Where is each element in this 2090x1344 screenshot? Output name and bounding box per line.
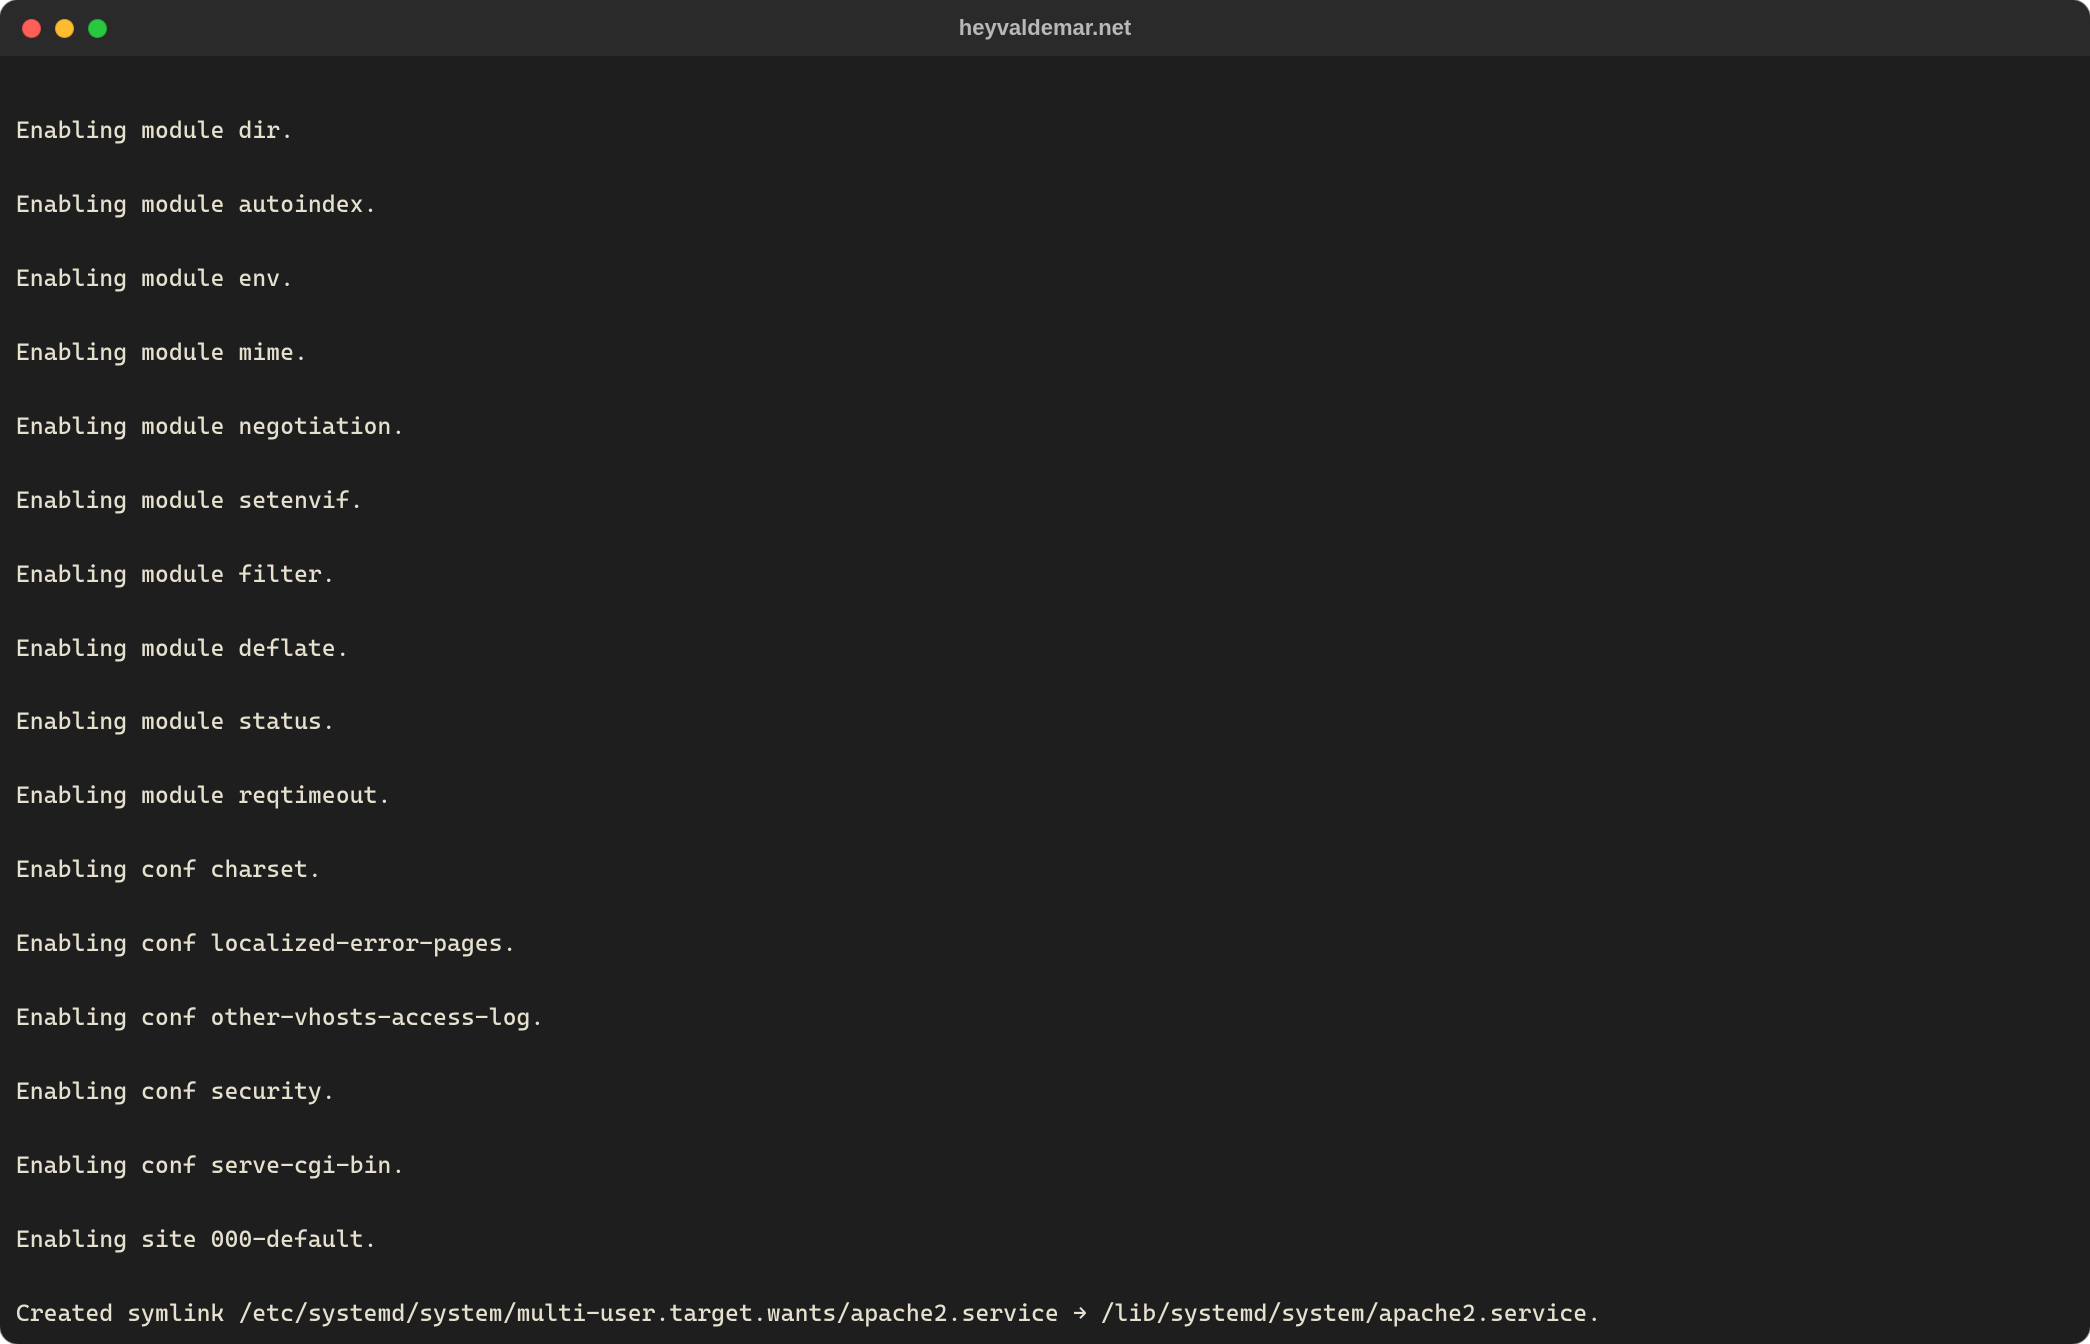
terminal-output-line: Enabling module reqtimeout. (16, 778, 2074, 815)
terminal-output-line: Enabling module deflate. (16, 631, 2074, 668)
terminal-output-line: Enabling module filter. (16, 557, 2074, 594)
terminal-output-line: Enabling module negotiation. (16, 409, 2074, 446)
terminal-output-line: Enabling conf other-vhosts-access-log. (16, 1000, 2074, 1037)
terminal-window: heyvaldemar.net Enabling module dir. Ena… (0, 0, 2090, 1344)
terminal-output-line: Enabling site 000-default. (16, 1222, 2074, 1259)
terminal-output-line: Enabling conf security. (16, 1074, 2074, 1111)
titlebar: heyvaldemar.net (0, 0, 2090, 56)
terminal-output-line: Enabling conf charset. (16, 852, 2074, 889)
maximize-icon[interactable] (88, 19, 107, 38)
traffic-lights (22, 19, 107, 38)
terminal-output-line: Enabling conf serve-cgi-bin. (16, 1148, 2074, 1185)
terminal-output-line: Enabling module env. (16, 261, 2074, 298)
minimize-icon[interactable] (55, 19, 74, 38)
terminal-output-line: Created symlink /etc/systemd/system/mult… (16, 1296, 2074, 1333)
terminal-output-line: Enabling module status. (16, 704, 2074, 741)
terminal-output-line: Enabling module dir. (16, 113, 2074, 150)
terminal-output-line: Enabling module mime. (16, 335, 2074, 372)
terminal-output-line: Enabling conf localized-error-pages. (16, 926, 2074, 963)
terminal-body[interactable]: Enabling module dir. Enabling module aut… (0, 56, 2090, 1344)
close-icon[interactable] (22, 19, 41, 38)
terminal-output-line: Enabling module setenvif. (16, 483, 2074, 520)
terminal-output-line: Enabling module autoindex. (16, 187, 2074, 224)
window-title: heyvaldemar.net (0, 15, 2090, 41)
